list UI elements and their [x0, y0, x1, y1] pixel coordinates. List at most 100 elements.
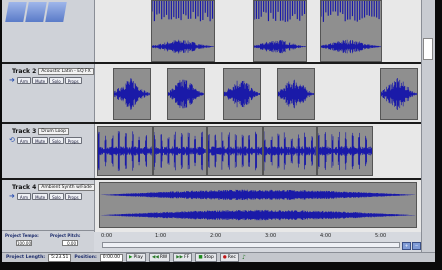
track-4-desc[interactable]: Ambient Synth w/Fade	[38, 184, 95, 191]
waveform	[152, 1, 214, 54]
tab-shape[interactable]	[45, 2, 67, 22]
rewind-button[interactable]: ◀◀ RW	[148, 253, 171, 262]
audio-clip[interactable]	[253, 0, 307, 62]
props-button[interactable]: Props	[64, 76, 82, 84]
track-4-lane	[95, 180, 421, 232]
tempo-input[interactable]: 100.00	[16, 240, 32, 246]
track-3: Track 3 Drum Loop ⟲ Arm Mute Solo Props	[2, 122, 435, 180]
solo-button[interactable]: Solo	[49, 192, 64, 200]
ruler-tick: 4:00	[320, 233, 332, 239]
tempo-label: Project Tempo:	[5, 233, 39, 238]
audio-clip[interactable]	[263, 126, 317, 176]
scroll-thumb[interactable]	[423, 38, 433, 60]
track-1-header	[2, 0, 95, 64]
track-3-header: Track 3 Drum Loop ⟲ Arm Mute Solo Props	[2, 124, 95, 180]
solo-button[interactable]: Solo	[49, 136, 64, 144]
audio-clip[interactable]	[380, 68, 418, 120]
pitch-input[interactable]: 0.00	[62, 240, 78, 246]
track-3-name: Track 3 Drum Loop	[12, 128, 70, 135]
track-2-desc[interactable]: Acoustic Latin - EQ FX	[38, 68, 94, 75]
record-button[interactable]: ● Rec	[219, 253, 239, 262]
audio-clip[interactable]	[97, 126, 153, 176]
audio-clip[interactable]	[277, 68, 315, 120]
props-button[interactable]: Props	[64, 136, 82, 144]
play-button[interactable]: ▶ Play	[126, 253, 146, 262]
play-label: Play	[133, 255, 143, 260]
zoom-in-icon[interactable]: +	[402, 242, 411, 250]
mute-button[interactable]: Mute	[32, 136, 49, 144]
length-value: 5:23.51	[48, 253, 72, 262]
stop-button[interactable]: ■ Stop	[195, 253, 217, 262]
ruler-tick: 2:00	[210, 233, 222, 239]
record-icon: ●	[222, 255, 227, 260]
track-2-header: Track 2 Acoustic Latin - EQ FX ➜ Arm Mute…	[2, 64, 95, 124]
transport-bar: Project Length: 5:23.51 Position: 0:00.0…	[2, 252, 435, 262]
waveform	[254, 1, 306, 54]
fast-forward-icon: ▶▶	[176, 255, 184, 260]
arrow-right-icon: ➜	[9, 76, 15, 84]
position-label: Position:	[74, 255, 97, 260]
props-button[interactable]: Props	[64, 192, 82, 200]
pitch-label: Project Pitch:	[50, 233, 81, 238]
audio-clip[interactable]	[151, 0, 215, 62]
track-4-name: Track 4 Ambient Synth w/Fade	[12, 184, 95, 191]
mute-button[interactable]: Mute	[32, 192, 49, 200]
waveform	[381, 78, 417, 110]
project-settings: Project Tempo: 100.00 Project Pitch: 0.0…	[2, 230, 94, 253]
track-tabs	[5, 2, 67, 22]
audio-clip[interactable]	[317, 126, 373, 176]
ruler-tick: 3:00	[265, 233, 277, 239]
ruler-tick: 1:00	[155, 233, 167, 239]
waveform	[224, 80, 260, 108]
waveform	[208, 131, 262, 171]
arm-button[interactable]: Arm	[16, 136, 32, 144]
audio-clip[interactable]	[167, 68, 205, 120]
waveform	[114, 78, 150, 110]
waveform	[318, 131, 372, 171]
zoom-out-icon[interactable]: −	[412, 242, 421, 250]
solo-button[interactable]: Solo	[49, 76, 64, 84]
length-label: Project Length:	[6, 255, 46, 260]
track-4-controls: ➜ Arm Mute Solo Props	[9, 192, 82, 200]
stop-label: Stop	[203, 255, 214, 260]
arrow-right-icon: ➜	[9, 192, 15, 200]
waveform	[264, 131, 316, 171]
audio-clip[interactable]	[153, 126, 207, 176]
audio-clip[interactable]	[223, 68, 261, 120]
waveform	[154, 131, 206, 171]
waveform	[321, 1, 381, 54]
rewind-icon: ◀◀	[151, 255, 159, 260]
audio-clip[interactable]	[207, 126, 263, 176]
track-2-name: Track 2 Acoustic Latin - EQ FX	[12, 68, 94, 75]
tab-shape[interactable]	[25, 2, 47, 22]
ruler-tick: 5:00	[375, 233, 387, 239]
waveform	[98, 131, 152, 171]
waveform	[278, 79, 314, 109]
rec-label: Rec	[227, 255, 236, 260]
audio-clip[interactable]	[320, 0, 382, 62]
arm-button[interactable]: Arm	[16, 76, 32, 84]
ff-label: FF	[184, 255, 190, 260]
daw-window: Track 2 Acoustic Latin - EQ FX ➜ Arm Mute…	[2, 0, 435, 262]
horizontal-scrollbar[interactable]	[102, 242, 400, 248]
rewind-label: RW	[159, 255, 168, 260]
fast-forward-button[interactable]: ▶▶ FF	[173, 253, 193, 262]
mute-button[interactable]: Mute	[32, 76, 49, 84]
ruler-tick: 0:00	[101, 233, 113, 239]
tab-shape[interactable]	[5, 2, 27, 22]
vertical-scrollbar[interactable]	[421, 0, 435, 262]
track-4: Track 4 Ambient Synth w/Fade ➜ Arm Mute S…	[2, 178, 435, 232]
audio-clip[interactable]	[113, 68, 151, 120]
position-value: 0:00.00	[99, 253, 124, 262]
waveform	[100, 189, 416, 221]
arm-button[interactable]: Arm	[16, 192, 32, 200]
track-4-header: Track 4 Ambient Synth w/Fade ➜ Arm Mute S…	[2, 180, 95, 232]
waveform	[168, 79, 204, 109]
track-2-lane	[95, 64, 421, 124]
audio-clip[interactable]	[99, 182, 417, 228]
track-3-controls: ⟲ Arm Mute Solo Props	[9, 136, 82, 144]
track-3-desc[interactable]: Drum Loop	[38, 128, 70, 135]
metronome-icon[interactable]: ♪	[242, 254, 246, 261]
track-1-lane	[95, 0, 421, 64]
play-icon: ▶	[129, 255, 133, 260]
